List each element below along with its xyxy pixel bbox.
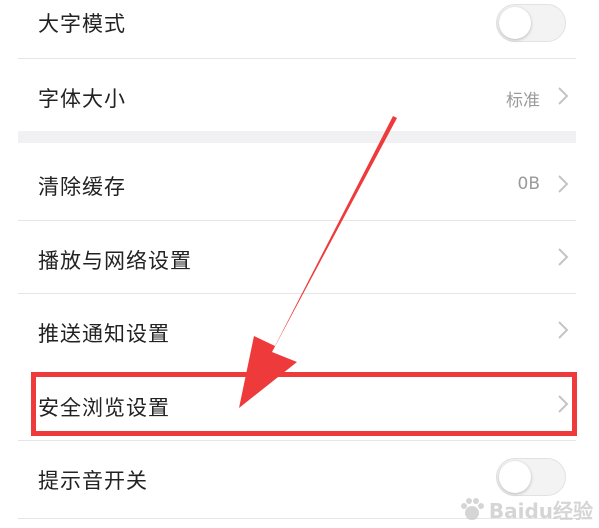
setting-label: 字体大小	[38, 87, 126, 111]
chevron-right-icon	[558, 175, 569, 193]
toggle-knob	[499, 461, 531, 493]
chevron-right-icon	[558, 87, 569, 105]
watermark-text: Baidu经验	[488, 499, 593, 523]
setting-row-font-size[interactable]: 字体大小 标准	[18, 59, 576, 131]
setting-row-large-font-mode[interactable]: 大字模式	[18, 2, 576, 46]
highlight-box	[31, 372, 577, 436]
chevron-right-icon	[558, 321, 569, 339]
setting-label: 大字模式	[38, 12, 126, 36]
paw-logo-icon	[460, 497, 484, 520]
large-font-mode-toggle[interactable]	[496, 4, 566, 42]
chevron-right-icon	[558, 248, 569, 266]
setting-row-push-notifications[interactable]: 推送通知设置	[18, 294, 576, 367]
notification-sound-toggle[interactable]	[496, 458, 566, 496]
setting-label: 提示音开关	[38, 469, 148, 493]
setting-value: 0B	[517, 174, 540, 194]
setting-row-playback-network[interactable]: 播放与网络设置	[18, 221, 576, 293]
setting-label: 播放与网络设置	[38, 249, 192, 273]
setting-label: 清除缓存	[38, 175, 126, 199]
setting-label: 推送通知设置	[38, 322, 170, 346]
section-gap	[18, 131, 576, 143]
settings-page: 大字模式 字体大小 标准 清除缓存 0B 播放与网络设置 推送通知设置 安全浏览…	[0, 0, 599, 528]
setting-row-clear-cache[interactable]: 清除缓存 0B	[18, 143, 576, 220]
toggle-knob	[499, 7, 531, 39]
setting-value: 标准	[506, 91, 540, 111]
baidu-jingyan-watermark: Baidu经验	[459, 495, 593, 524]
